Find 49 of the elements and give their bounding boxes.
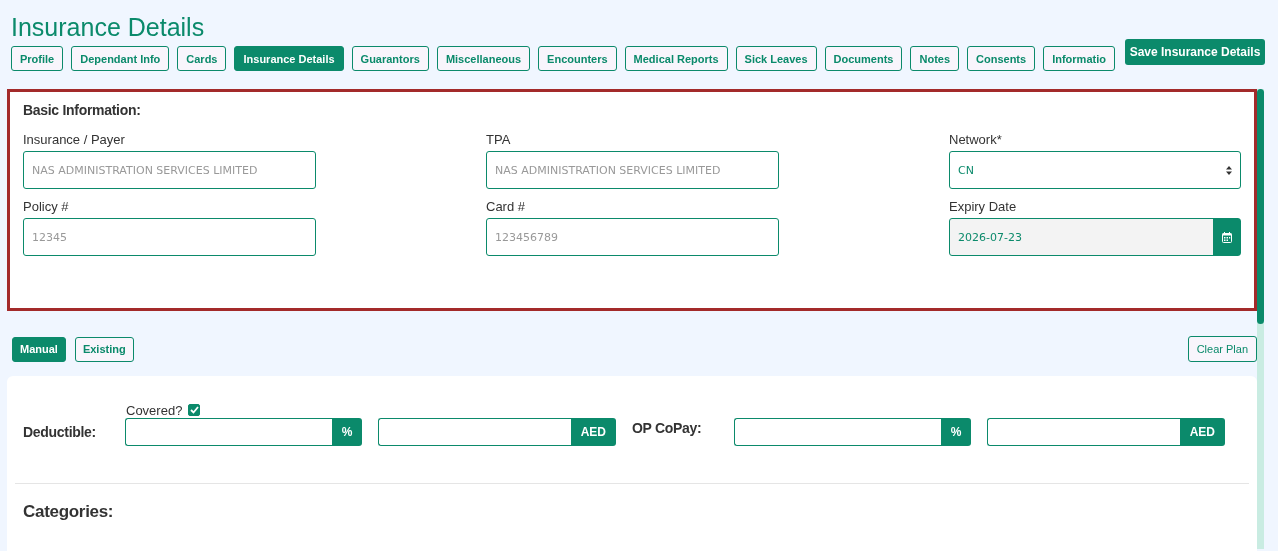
tab[interactable]: Profile [11, 46, 64, 71]
tab[interactable]: Documents [824, 46, 903, 71]
field-label: Card # [486, 199, 527, 214]
section-heading: Basic Information: [23, 102, 142, 118]
field-label: Policy # [23, 199, 70, 214]
categories-heading: Categories: [23, 502, 115, 522]
tab[interactable]: Guarantors [351, 46, 429, 71]
tab[interactable]: Medical Reports [624, 46, 728, 71]
mode-toggle-button[interactable]: Manual [12, 336, 66, 362]
scrollbar-track[interactable] [1257, 89, 1264, 549]
sort-caret-icon [1226, 165, 1232, 175]
field-label: Insurance / Payer [23, 132, 126, 147]
save-button[interactable]: Save Insurance Details [1125, 39, 1265, 65]
percent-addon: % [331, 418, 363, 446]
text-field[interactable]: NAS ADMINISTRATION SERVICES LIMITED [23, 151, 316, 189]
currency-addon: AED [570, 418, 616, 446]
network-select[interactable]: CN [949, 151, 1241, 189]
page-title: Insurance Details [11, 12, 206, 42]
amount-input[interactable] [378, 418, 571, 446]
date-field[interactable]: 2026-07-23 [949, 218, 1241, 256]
text-field[interactable]: 123456789 [486, 218, 779, 256]
mode-toggle-button[interactable]: Existing [74, 336, 134, 362]
currency-addon: AED [1179, 418, 1225, 446]
scrollbar-thumb[interactable] [1257, 89, 1264, 324]
tab[interactable]: Consents [967, 46, 1036, 71]
tab[interactable]: Cards [177, 46, 227, 71]
tab[interactable]: Encounters [538, 46, 617, 71]
calendar-icon [1221, 231, 1232, 243]
text-field[interactable]: 12345 [23, 218, 316, 256]
field-label: TPA [486, 132, 512, 147]
percent-input[interactable] [124, 418, 332, 446]
clear-plan-button[interactable]: Clear Plan [1187, 336, 1257, 362]
tab[interactable]: Insurance Details [234, 46, 344, 71]
op-copay-label: OP CoPay: [632, 419, 703, 436]
percent-addon: % [940, 418, 972, 446]
covered-label: Covered? [126, 402, 183, 418]
tab[interactable]: Notes [910, 46, 960, 71]
amount-input[interactable] [987, 418, 1180, 446]
field-label: Expiry Date [949, 199, 1018, 214]
calendar-button[interactable] [1213, 219, 1240, 255]
tab[interactable]: Informatio [1043, 46, 1115, 71]
deductible-label: Deductible: [23, 423, 97, 440]
tab[interactable]: Sick Leaves [735, 46, 817, 71]
covered-checkbox[interactable] [188, 404, 201, 416]
percent-input[interactable] [733, 418, 941, 446]
tab[interactable]: Dependant Info [71, 46, 170, 71]
tab[interactable]: Miscellaneous [436, 46, 531, 71]
text-field[interactable]: NAS ADMINISTRATION SERVICES LIMITED [486, 151, 779, 189]
field-label: Network* [949, 132, 1003, 147]
